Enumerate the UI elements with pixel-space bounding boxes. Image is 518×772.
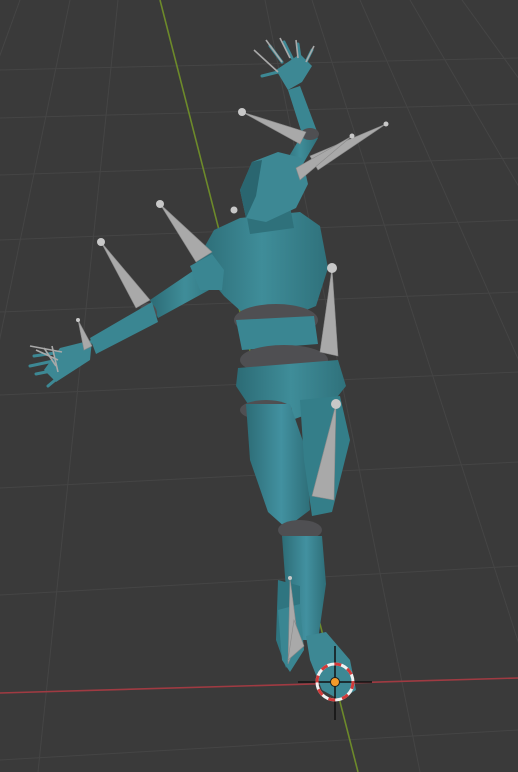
- bone-upper-arm-r[interactable]: [241, 111, 307, 145]
- bone-shoulder-l[interactable]: [159, 203, 213, 263]
- bone-heads: [76, 108, 389, 580]
- left-thigh: [246, 404, 310, 528]
- object-origin-dot[interactable]: [330, 677, 340, 687]
- left-foot: [306, 632, 356, 700]
- bone-upper-arm-l[interactable]: [100, 241, 151, 309]
- viewport-canvas[interactable]: [0, 0, 518, 772]
- x-axis-line: [0, 677, 518, 694]
- abdomen: [236, 316, 318, 350]
- character-mesh[interactable]: [28, 40, 356, 700]
- left-forearm: [90, 302, 158, 354]
- 3d-viewport[interactable]: [0, 0, 518, 772]
